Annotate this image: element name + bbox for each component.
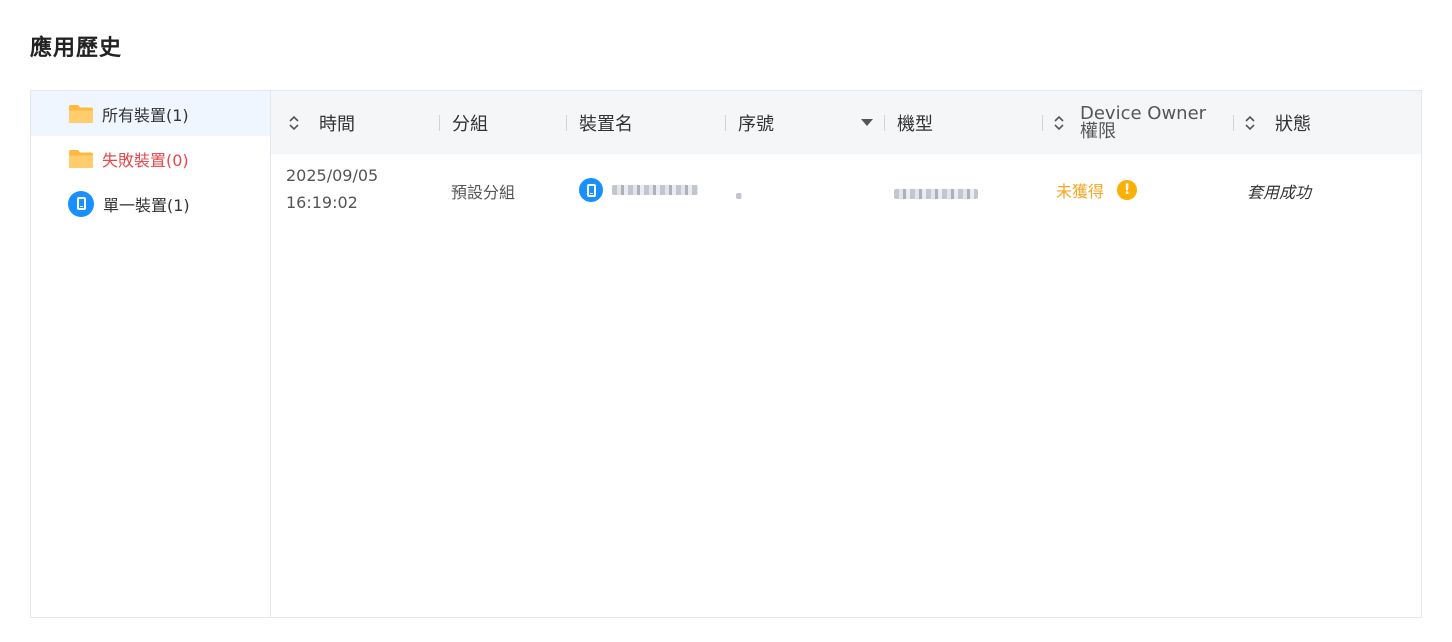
cell-device-name[interactable] — [579, 178, 698, 202]
page-title: 應用歷史 — [30, 36, 123, 61]
sidebar-item-all-devices[interactable]: 所有裝置(1) — [31, 91, 270, 136]
column-status-label: 狀態 — [1275, 113, 1311, 135]
history-table: 時間 分組 裝置名 序號 機型 Device Owner 權限 狀態 2025/… — [271, 91, 1421, 617]
column-device-name: 裝置名 — [566, 91, 633, 154]
column-model: 機型 — [884, 91, 933, 154]
sidebar-item-failed-devices[interactable]: 失敗裝置(0) — [31, 136, 270, 181]
redacted-serial — [736, 193, 742, 199]
column-group: 分組 — [439, 91, 488, 154]
table-header: 時間 分組 裝置名 序號 機型 Device Owner 權限 狀態 — [271, 91, 1421, 154]
device-filter-sidebar: 所有裝置(1) 失敗裝置(0) 單一裝置(1) — [31, 91, 271, 617]
cell-time: 2025/09/05 16:19:02 — [286, 166, 379, 212]
sidebar-item-label: 單一裝置(1) — [103, 195, 190, 215]
column-time[interactable]: 時間 — [287, 91, 355, 154]
cell-status: 套用成功 — [1247, 183, 1312, 202]
caret-down-icon[interactable] — [861, 119, 873, 126]
redacted-device-name — [612, 185, 698, 195]
column-model-label: 機型 — [897, 113, 933, 135]
sidebar-item-label: 所有裝置(1) — [102, 105, 189, 125]
column-device-owner-label: Device Owner 權限 — [1080, 102, 1207, 142]
cell-serial — [736, 184, 742, 203]
column-serial-label: 序號 — [738, 113, 774, 135]
phone-icon — [579, 178, 603, 202]
table-row[interactable]: 2025/09/05 16:19:02 預設分組 未獲得 ! 套用成功 — [271, 154, 1421, 224]
sort-icon[interactable] — [1243, 114, 1257, 132]
cell-device-owner: 未獲得 ! — [1056, 178, 1138, 202]
history-panel: 所有裝置(1) 失敗裝置(0) 單一裝置(1) 時間 分組 裝置名 序號 機型 … — [30, 90, 1422, 618]
cell-model — [894, 184, 978, 203]
column-time-label: 時間 — [319, 113, 355, 135]
sidebar-item-single-device[interactable]: 單一裝置(1) — [31, 181, 270, 226]
redacted-model — [894, 189, 978, 199]
column-status[interactable]: 狀態 — [1233, 91, 1311, 154]
cell-group: 預設分組 — [451, 183, 516, 202]
column-serial[interactable]: 序號 — [725, 91, 873, 154]
device-owner-status: 未獲得 — [1056, 182, 1105, 201]
warning-icon: ! — [1117, 180, 1138, 200]
column-device-name-label: 裝置名 — [579, 113, 633, 135]
column-group-label: 分組 — [452, 113, 488, 135]
folder-icon — [69, 104, 93, 123]
sidebar-item-label: 失敗裝置(0) — [102, 150, 189, 170]
sort-icon[interactable] — [1052, 114, 1066, 132]
sort-icon[interactable] — [287, 114, 301, 132]
column-device-owner[interactable]: Device Owner 權限 — [1042, 91, 1206, 154]
folder-icon — [69, 149, 93, 168]
phone-icon — [68, 190, 94, 217]
